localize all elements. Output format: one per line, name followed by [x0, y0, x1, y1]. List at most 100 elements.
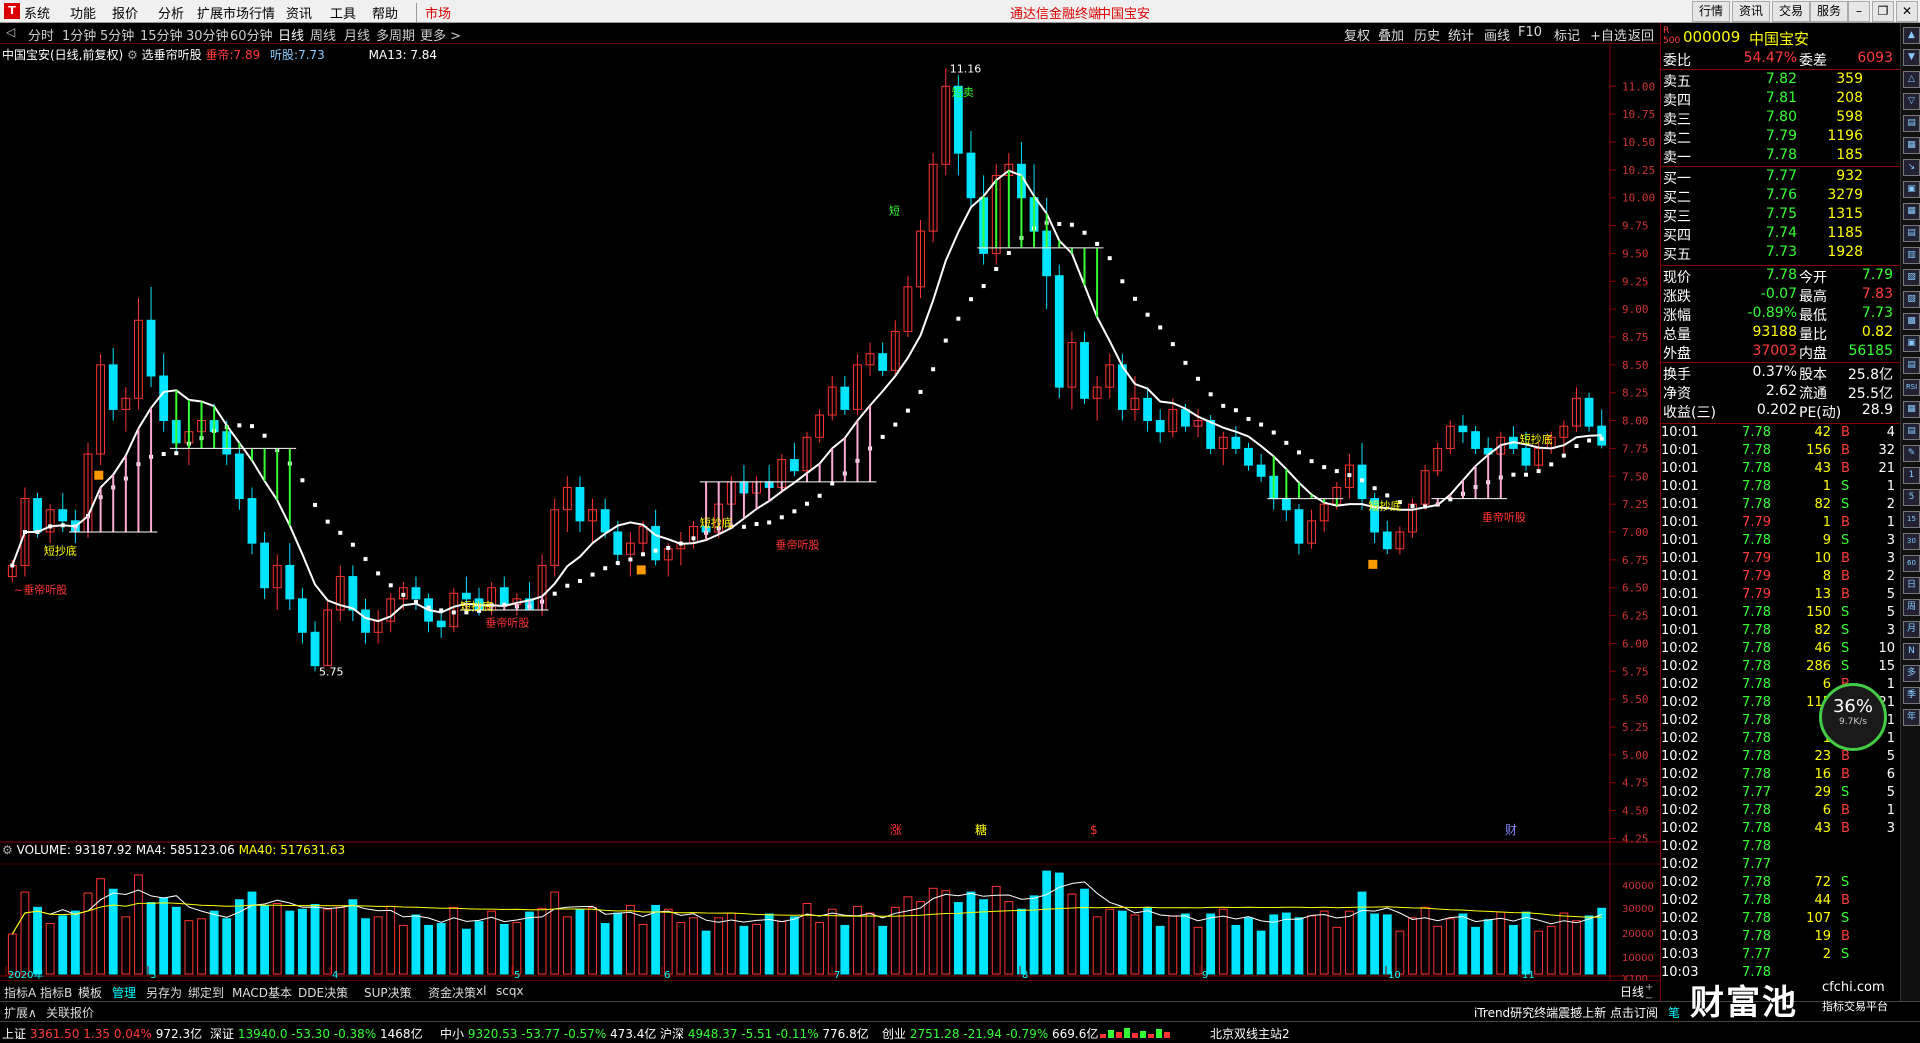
menu-item-2[interactable]: 报价: [112, 3, 138, 22]
menu-right-button-1[interactable]: 资讯: [1732, 1, 1771, 22]
period-tab-1[interactable]: 1分钟: [62, 25, 96, 44]
related-quote-tab[interactable]: 关联报价: [46, 1004, 94, 1021]
menu-item-market[interactable]: 市场: [416, 3, 451, 22]
sidebar-tool-icon[interactable]: ▩: [1903, 313, 1920, 330]
menu-right-button-3[interactable]: 服务: [1810, 1, 1849, 22]
indicator-tab-5[interactable]: 绑定到: [188, 984, 224, 1001]
period-tab-7[interactable]: 周线: [310, 25, 336, 44]
indicator-tab-8[interactable]: SUP决策: [364, 984, 412, 1001]
sidebar-tool-icon[interactable]: ▣: [1903, 181, 1920, 198]
menu-right-button-2[interactable]: 交易: [1772, 1, 1811, 22]
menu-item-4[interactable]: 扩展市场行情: [197, 3, 275, 22]
indicator-tab-3[interactable]: 管理: [112, 984, 136, 1001]
sidebar-tool-icon[interactable]: 月: [1903, 621, 1920, 638]
sidebar-tool-icon[interactable]: ↘: [1903, 159, 1920, 176]
period-tab-5[interactable]: 60分钟: [230, 25, 273, 44]
menu-item-1[interactable]: 功能: [70, 3, 96, 22]
sidebar-tool-icon[interactable]: ▦: [1903, 137, 1920, 154]
indicator-tab-7[interactable]: DDE决策: [298, 984, 348, 1001]
sidebar-tool-icon[interactable]: ▤: [1903, 423, 1920, 440]
volume-bar: [651, 904, 661, 975]
expand-tab[interactable]: 扩展∧: [4, 1004, 37, 1021]
tick-time: 10:02: [1661, 731, 1699, 746]
period-tab-9[interactable]: 多周期: [376, 25, 415, 44]
sidebar-tool-icon[interactable]: ▥: [1903, 247, 1920, 264]
menu-item-5[interactable]: 资讯: [286, 3, 312, 22]
index-4[interactable]: 创业 2751.28 -21.94 -0.79% 669.6亿: [882, 1025, 1098, 1042]
chart-settings-icon[interactable]: ⚙: [127, 48, 138, 62]
restore-button[interactable]: ❐: [1872, 1, 1894, 22]
period-tab-8[interactable]: 月线: [344, 25, 370, 44]
close-button[interactable]: ✕: [1896, 1, 1918, 22]
indicator-tab-0[interactable]: 指标A: [4, 984, 36, 1001]
sidebar-tool-icon[interactable]: ▧: [1903, 269, 1920, 286]
sidebar-tool-icon[interactable]: ▤: [1903, 115, 1920, 132]
toolbar-button-3[interactable]: 统计: [1448, 25, 1474, 44]
sidebar-tool-icon[interactable]: 1: [1903, 467, 1920, 484]
period-tab-6[interactable]: 日线: [278, 25, 304, 44]
toolbar-button-2[interactable]: 历史: [1414, 25, 1440, 44]
toolbar-button-0[interactable]: 复权: [1344, 25, 1370, 44]
indicator-tab-6[interactable]: MACD基本: [232, 984, 292, 1001]
period-left-icon[interactable]: ◁: [6, 25, 15, 39]
sidebar-tool-icon[interactable]: 15: [1903, 511, 1920, 528]
sidebar-tool-icon[interactable]: ✎: [1903, 445, 1920, 462]
tick-price: 7.78: [1742, 641, 1771, 656]
index-2[interactable]: 中小 9320.53 -53.77 -0.57% 473.4亿: [440, 1025, 656, 1042]
index-0[interactable]: 上证 3361.50 1.35 0.04% 972.3亿: [2, 1025, 202, 1042]
menu-right-button-0[interactable]: 行情: [1692, 1, 1731, 22]
sidebar-tool-icon[interactable]: 周: [1903, 599, 1920, 616]
toolbar-button-8[interactable]: 返回: [1628, 25, 1654, 44]
sidebar-tool-icon[interactable]: RSI: [1903, 379, 1920, 396]
indicator-tab-11[interactable]: scqx: [496, 984, 524, 998]
period-tab-4[interactable]: 30分钟: [186, 25, 229, 44]
sidebar-tool-icon[interactable]: ▽: [1903, 93, 1920, 110]
volume-settings-icon[interactable]: ⚙: [2, 843, 13, 857]
sidebar-tool-icon[interactable]: ▨: [1903, 291, 1920, 308]
indicator-tab-1[interactable]: 指标B: [40, 984, 72, 1001]
index-3[interactable]: 沪深 4948.37 -5.51 -0.11% 776.8亿: [660, 1025, 869, 1042]
sidebar-tool-icon[interactable]: ▼: [1903, 49, 1920, 66]
menu-item-6[interactable]: 工具: [330, 3, 356, 22]
server-name[interactable]: 北京双线主站2: [1210, 1025, 1290, 1042]
sidebar-tool-icon[interactable]: 多: [1903, 665, 1920, 682]
menu-item-3[interactable]: 分析: [158, 3, 184, 22]
sidebar-tool-icon[interactable]: 5: [1903, 489, 1920, 506]
sidebar-tool-icon[interactable]: ▦: [1903, 401, 1920, 418]
period-tab-10[interactable]: 更多 >: [420, 25, 461, 44]
period-tab-2[interactable]: 5分钟: [100, 25, 134, 44]
index-1[interactable]: 深证 13940.0 -53.30 -0.38% 1468亿: [210, 1025, 423, 1042]
sidebar-tool-icon[interactable]: 日: [1903, 577, 1920, 594]
sidebar-tool-icon[interactable]: ▤: [1903, 225, 1920, 242]
indicator-tab-9[interactable]: 资金决策: [428, 984, 476, 1001]
sidebar-tool-icon[interactable]: 60: [1903, 555, 1920, 572]
sidebar-tool-icon[interactable]: △: [1903, 71, 1920, 88]
menu-item-0[interactable]: 系统: [24, 3, 50, 22]
kline-chart[interactable]: 11.00 10.75 10.50 10.25 10.00 9.75 9.50 9.25 9.0…: [0, 44, 1660, 980]
sidebar-tool-icon[interactable]: ▣: [1903, 335, 1920, 352]
news-ticker[interactable]: iTrend研究终端震撼上新 点击订阅: [1474, 1004, 1658, 1021]
sub-tab-pen[interactable]: 笔: [1668, 1004, 1680, 1021]
indicator-tab-2[interactable]: 模板: [78, 984, 102, 1001]
toolbar-button-6[interactable]: 标记: [1554, 25, 1580, 44]
indicator-tab-10[interactable]: xl: [476, 984, 486, 998]
tick-row: 10:02 7.78 43 B 3: [1661, 821, 1901, 839]
toolbar-button-4[interactable]: 画线: [1484, 25, 1510, 44]
period-tab-3[interactable]: 15分钟: [140, 25, 183, 44]
sidebar-tool-icon[interactable]: ▤: [1903, 357, 1920, 374]
sidebar-tool-icon[interactable]: 30: [1903, 533, 1920, 550]
toolbar-button-5[interactable]: F10: [1518, 25, 1542, 40]
indicator-tab-4[interactable]: 另存为: [146, 984, 182, 1001]
sidebar-tool-icon[interactable]: ▦: [1903, 203, 1920, 220]
toolbar-button-1[interactable]: 叠加: [1378, 25, 1404, 44]
sidebar-tool-icon[interactable]: 季: [1903, 687, 1920, 704]
speed-gauge[interactable]: 36% 9.7K/s: [1819, 683, 1887, 751]
sidebar-tool-icon[interactable]: 年: [1903, 709, 1920, 726]
minimize-button[interactable]: –: [1848, 1, 1870, 22]
menu-item-7[interactable]: 帮助: [372, 3, 398, 22]
sidebar-tool-icon[interactable]: ▲: [1903, 27, 1920, 44]
period-tab-0[interactable]: 分时: [28, 25, 54, 44]
buy-row-2: 买二 7.76 3279: [1661, 187, 1901, 206]
toolbar-button-7[interactable]: +自选: [1590, 25, 1627, 44]
sidebar-tool-icon[interactable]: N: [1903, 643, 1920, 660]
